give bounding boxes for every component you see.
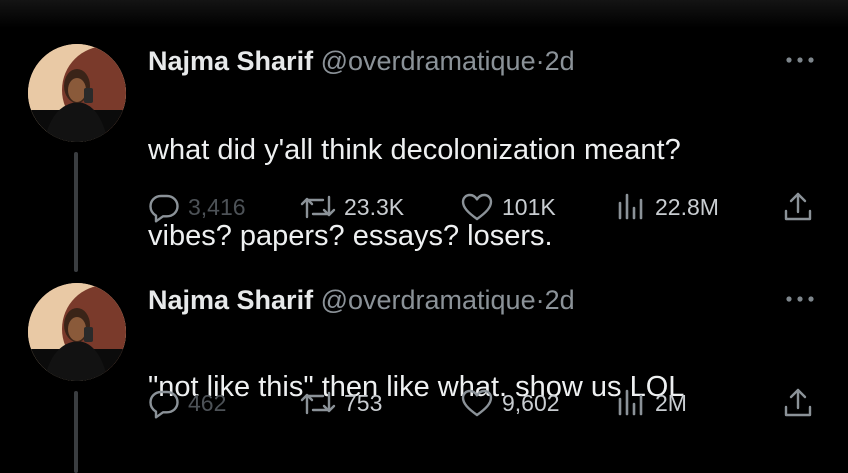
- views-icon: [618, 193, 643, 220]
- views-count: 2M: [655, 389, 687, 416]
- views-button[interactable]: 2M: [615, 383, 687, 423]
- like-button[interactable]: 101K: [460, 187, 556, 227]
- timestamp[interactable]: 2d: [545, 285, 575, 315]
- tweet-header: Najma Sharif @overdramatique·2d: [148, 44, 575, 78]
- avatar-image: [28, 283, 126, 381]
- repost-icon: [300, 391, 336, 415]
- repost-button[interactable]: 753: [300, 383, 382, 423]
- share-button[interactable]: [782, 383, 814, 423]
- repost-count: 753: [344, 389, 383, 416]
- views-button[interactable]: 22.8M: [615, 187, 719, 227]
- like-button[interactable]: 9,602: [460, 383, 560, 423]
- more-icon[interactable]: [780, 289, 820, 309]
- like-count: 9,602: [502, 389, 560, 416]
- like-count: 101K: [502, 193, 556, 220]
- action-bar: 3,416 23.3K 101K 22.8M: [0, 187, 848, 227]
- avatar[interactable]: [28, 44, 126, 142]
- reply-icon: [149, 390, 179, 419]
- separator-dot: ·: [535, 285, 545, 315]
- more-icon[interactable]: [780, 50, 820, 70]
- author-handle[interactable]: @overdramatique: [321, 285, 536, 315]
- views-count: 22.8M: [655, 193, 719, 220]
- tweet-header: Najma Sharif @overdramatique·2d: [148, 283, 575, 317]
- reply-count: 462: [188, 389, 227, 416]
- reply-button[interactable]: 462: [148, 383, 226, 423]
- repost-count: 23.3K: [344, 193, 405, 220]
- views-icon: [618, 389, 643, 416]
- share-icon: [784, 388, 812, 417]
- reply-button[interactable]: 3,416: [148, 187, 246, 227]
- avatar[interactable]: [28, 283, 126, 381]
- like-icon: [461, 389, 493, 417]
- reply-count: 3,416: [188, 193, 246, 220]
- author-name[interactable]: Najma Sharif: [148, 46, 313, 76]
- tweet-text-line: what did y'all think decolonization mean…: [148, 134, 681, 166]
- share-icon: [784, 192, 812, 221]
- reply-icon: [149, 194, 179, 223]
- separator-dot: ·: [535, 46, 545, 76]
- timestamp[interactable]: 2d: [545, 46, 575, 76]
- share-button[interactable]: [782, 187, 814, 227]
- author-handle[interactable]: @overdramatique: [321, 46, 536, 76]
- repost-icon: [300, 195, 336, 219]
- top-fade: [0, 0, 848, 28]
- action-bar: 462 753 9,602 2M: [0, 383, 848, 423]
- author-name[interactable]: Najma Sharif: [148, 285, 313, 315]
- repost-button[interactable]: 23.3K: [300, 187, 404, 227]
- like-icon: [461, 193, 493, 221]
- avatar-image: [28, 44, 126, 142]
